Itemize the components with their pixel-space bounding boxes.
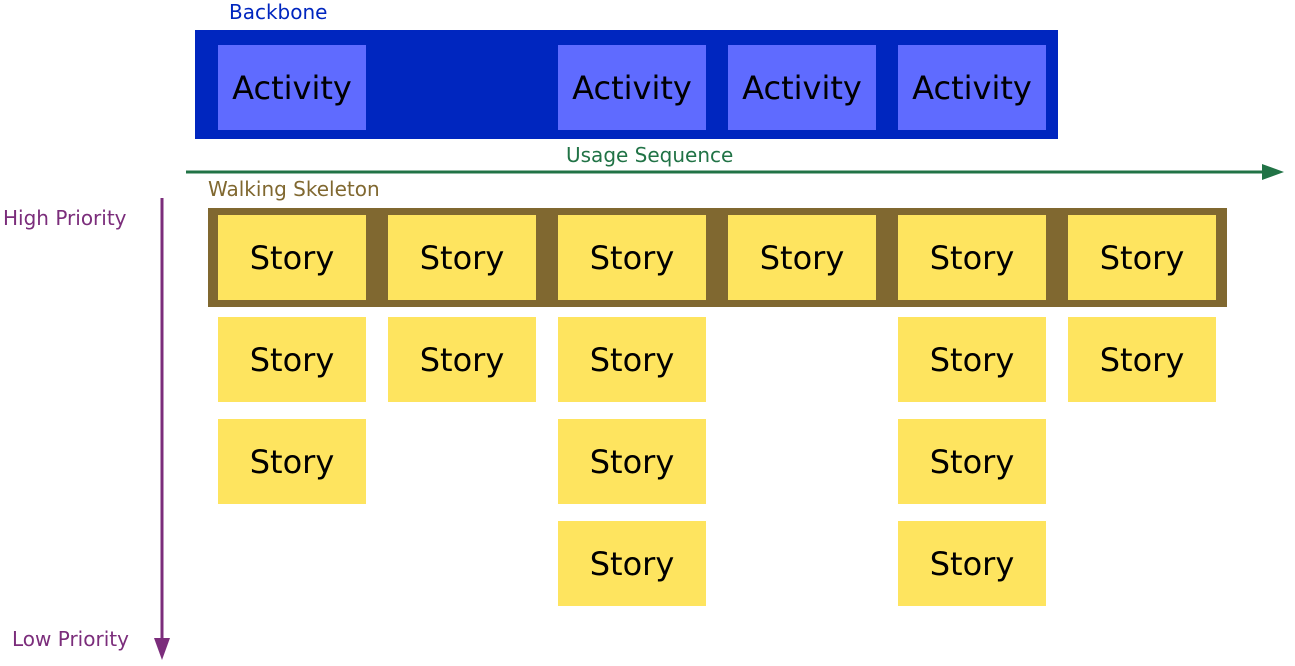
story-card[interactable]: Story xyxy=(388,317,536,402)
story-card[interactable]: Story xyxy=(898,419,1046,504)
walking-skeleton-story-card[interactable]: Story xyxy=(558,215,706,300)
walking-skeleton-label: Walking Skeleton xyxy=(208,177,380,201)
high-priority-label: High Priority xyxy=(3,206,127,230)
story-card[interactable]: Story xyxy=(218,317,366,402)
story-card[interactable]: Story xyxy=(558,317,706,402)
story-card[interactable]: Story xyxy=(218,419,366,504)
priority-arrow xyxy=(154,198,170,660)
story-card[interactable]: Story xyxy=(898,317,1046,402)
usage-sequence-label: Usage Sequence xyxy=(566,143,734,167)
walking-skeleton-story-card[interactable]: Story xyxy=(388,215,536,300)
story-card[interactable]: Story xyxy=(558,419,706,504)
story-card[interactable]: Story xyxy=(558,521,706,606)
walking-skeleton-story-card[interactable]: Story xyxy=(898,215,1046,300)
story-card[interactable]: Story xyxy=(898,521,1046,606)
low-priority-label: Low Priority xyxy=(12,627,129,651)
story-card[interactable]: Story xyxy=(1068,317,1216,402)
walking-skeleton-story-card[interactable]: Story xyxy=(1068,215,1216,300)
walking-skeleton-story-card[interactable]: Story xyxy=(218,215,366,300)
walking-skeleton-story-card[interactable]: Story xyxy=(728,215,876,300)
